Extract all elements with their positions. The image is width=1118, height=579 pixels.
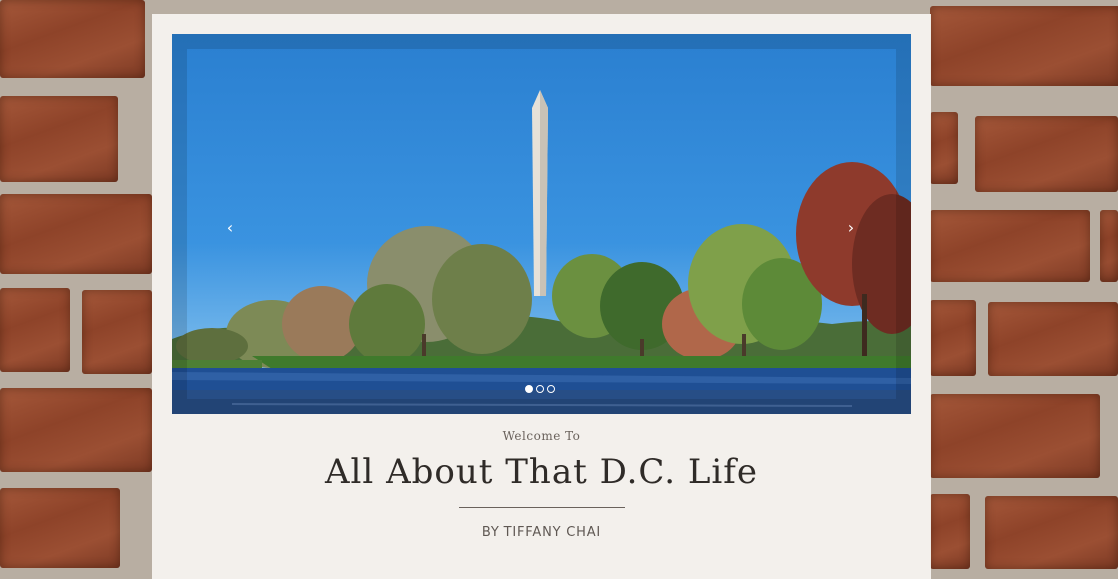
hero-panel: ‹ › Welcome To All About That D.C. Life … [152, 14, 931, 579]
author-name: TIFFANY CHAI [503, 525, 602, 540]
site-title: All About That D.C. Life [324, 452, 758, 492]
brick [0, 194, 152, 274]
washington-monument-photo [172, 34, 911, 414]
carousel-indicator[interactable] [536, 385, 544, 393]
image-carousel[interactable]: ‹ › [172, 34, 911, 414]
brick [0, 288, 70, 372]
brick [975, 116, 1118, 192]
carousel-prev-arrow[interactable]: ‹ [218, 216, 242, 240]
byline: BY TIFFANY CHAI [152, 525, 931, 540]
brick [1100, 210, 1118, 282]
brick [0, 0, 145, 78]
brick [930, 112, 958, 184]
carousel-indicator[interactable] [525, 385, 533, 393]
brick [0, 96, 118, 182]
title-divider [459, 507, 625, 508]
brick [0, 388, 152, 472]
brick [930, 6, 1118, 86]
brick [930, 394, 1100, 478]
carousel-indicators [525, 385, 555, 393]
brick [930, 494, 970, 569]
brick [82, 290, 152, 374]
byline-prefix: BY [481, 525, 500, 540]
carousel-next-arrow[interactable]: › [839, 216, 863, 240]
brick [930, 210, 1090, 282]
brick [0, 488, 120, 568]
brick [988, 302, 1118, 376]
brick [930, 300, 976, 376]
brick [985, 496, 1118, 569]
welcome-label: Welcome To [502, 429, 581, 443]
carousel-indicator[interactable] [547, 385, 555, 393]
